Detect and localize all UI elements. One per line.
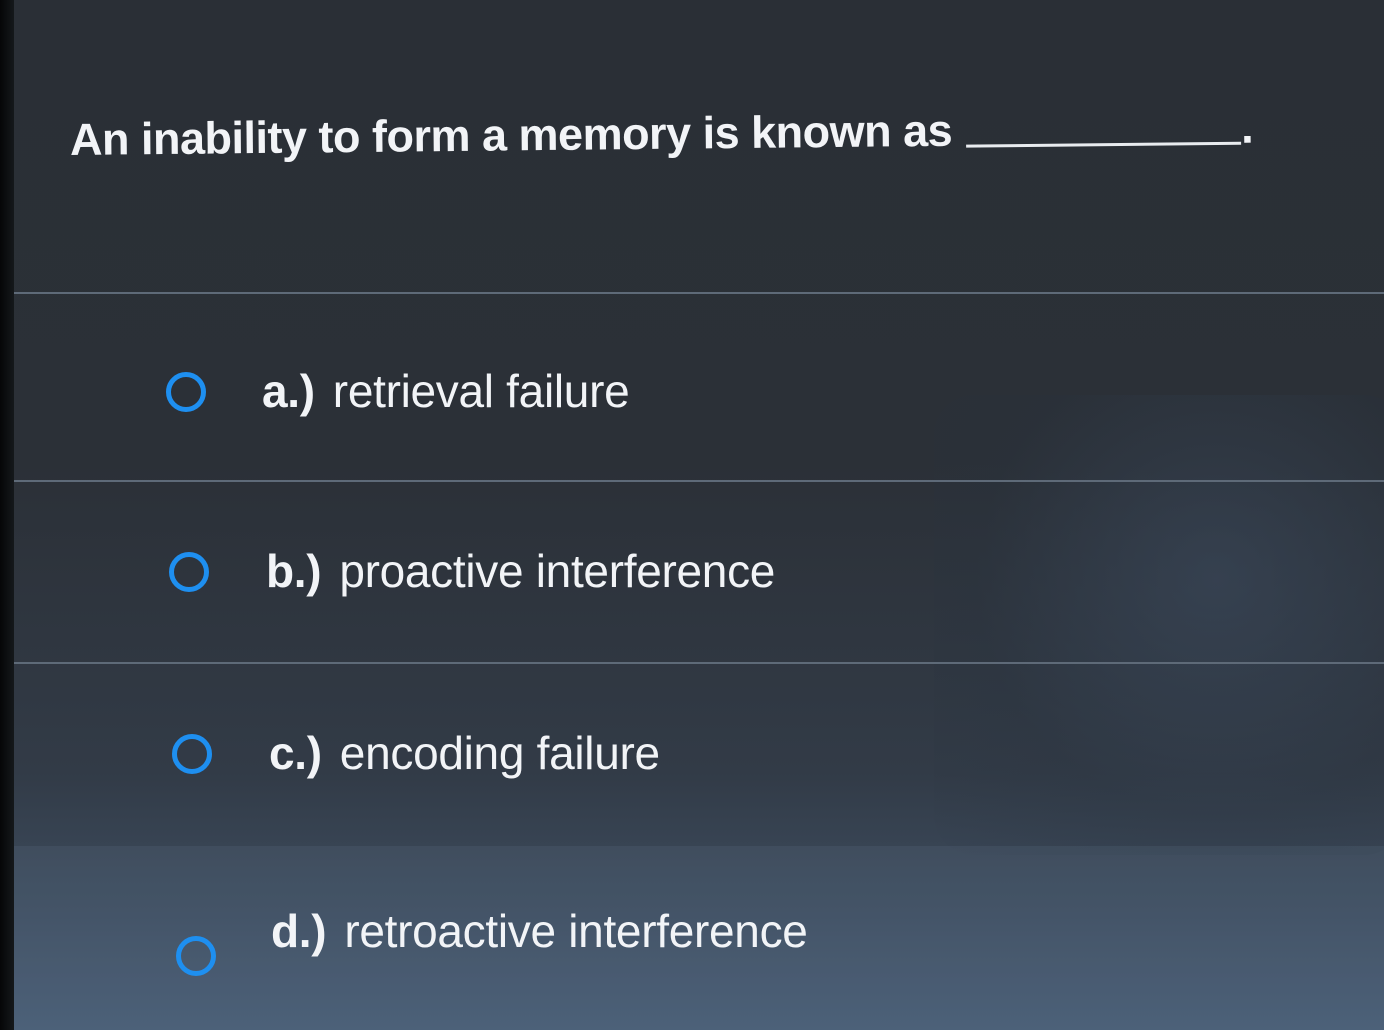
divider — [14, 292, 1384, 294]
answer-blank — [965, 111, 1242, 148]
option-text: proactive interference — [339, 545, 776, 597]
question-prompt: An inability to form a memory is known a… — [70, 86, 1361, 180]
option-text: retroactive interference — [344, 905, 808, 957]
question-period: . — [1240, 101, 1254, 153]
answer-option-d[interactable]: d.) retroactive interference — [14, 846, 1384, 1030]
option-a-label: a.) retrieval failure — [262, 364, 630, 418]
radio-button-icon[interactable] — [176, 936, 216, 976]
option-text: encoding failure — [339, 727, 660, 779]
radio-button-icon[interactable] — [166, 372, 206, 412]
monitor-bezel — [0, 0, 14, 1030]
answer-option-a[interactable]: a.) retrieval failure — [14, 302, 1384, 480]
divider — [14, 480, 1384, 482]
quiz-screen: An inability to form a memory is known a… — [14, 0, 1384, 1030]
radio-button-icon[interactable] — [172, 734, 212, 774]
answer-option-c[interactable]: c.) encoding failure — [14, 666, 1384, 844]
option-letter: a.) — [262, 365, 315, 417]
divider — [14, 662, 1384, 664]
answer-option-b[interactable]: b.) proactive interference — [14, 484, 1384, 662]
radio-button-icon[interactable] — [169, 552, 209, 592]
option-letter: b.) — [266, 545, 322, 597]
option-letter: d.) — [271, 905, 327, 957]
option-letter: c.) — [269, 727, 322, 779]
option-d-label: d.) retroactive interference — [271, 904, 808, 958]
option-text: retrieval failure — [332, 365, 630, 417]
question-text: An inability to form a memory is known a… — [69, 104, 953, 165]
option-c-label: c.) encoding failure — [269, 726, 660, 780]
option-b-label: b.) proactive interference — [266, 544, 775, 598]
